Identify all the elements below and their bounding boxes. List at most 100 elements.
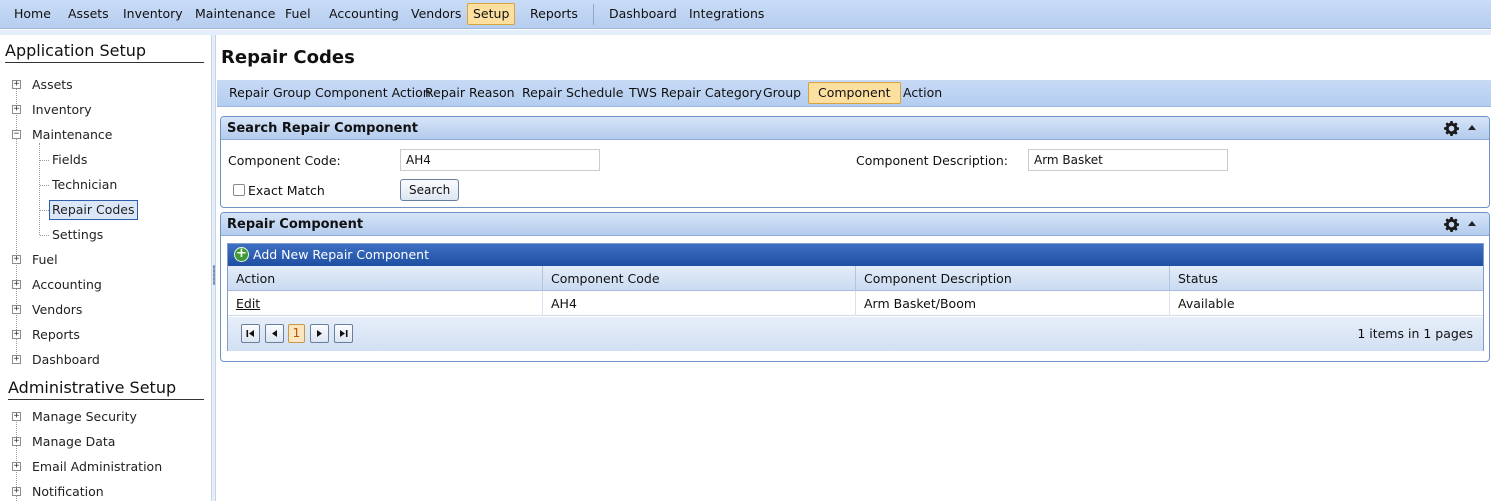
- sidebar-item-email-administration[interactable]: Email Administration: [32, 458, 162, 478]
- sidebar-item-accounting[interactable]: Accounting: [32, 276, 102, 296]
- sidebar-item-fuel[interactable]: Fuel: [32, 251, 58, 271]
- tree-connector: [16, 85, 17, 360]
- tree-connector: [40, 235, 49, 236]
- next-page-button[interactable]: [310, 324, 329, 343]
- expand-icon[interactable]: +: [12, 412, 21, 421]
- component-code-cell: AH4: [543, 291, 856, 316]
- previous-page-icon: [272, 330, 277, 337]
- sidebar-splitter[interactable]: [211, 35, 216, 501]
- sidebar-item-reports[interactable]: Reports: [32, 326, 80, 346]
- gear-icon[interactable]: [1444, 121, 1459, 136]
- repair-codes-tabs: Repair Group Component Action Repair Rea…: [217, 80, 1491, 107]
- sidebar-item-dashboard[interactable]: Dashboard: [32, 351, 100, 371]
- gear-icon[interactable]: [1444, 217, 1459, 232]
- sidebar-item-assets[interactable]: Assets: [32, 76, 73, 96]
- sidebar-item-repair-codes[interactable]: Repair Codes: [49, 200, 138, 220]
- expand-icon[interactable]: +: [12, 355, 21, 364]
- expand-icon[interactable]: +: [12, 105, 21, 114]
- menu-assets[interactable]: Assets: [62, 3, 115, 25]
- edit-link[interactable]: Edit: [236, 296, 260, 311]
- menu-dashboard[interactable]: Dashboard: [603, 3, 683, 25]
- component-description-input[interactable]: [1028, 149, 1228, 171]
- tree-connector: [40, 210, 49, 211]
- menu-accounting[interactable]: Accounting: [323, 3, 405, 25]
- tab-component[interactable]: Component: [808, 82, 901, 104]
- page-title: Repair Codes: [221, 47, 355, 68]
- collapse-icon[interactable]: −: [12, 130, 21, 139]
- tab-tws-repair-category[interactable]: TWS Repair Category: [619, 82, 772, 104]
- component-code-label: Component Code:: [228, 153, 341, 168]
- status-cell: Available: [1178, 296, 1235, 311]
- sidebar-item-notification[interactable]: Notification: [32, 483, 104, 503]
- menu-inventory[interactable]: Inventory: [117, 3, 189, 25]
- menu-maintenance[interactable]: Maintenance: [189, 3, 282, 25]
- expand-icon[interactable]: +: [12, 80, 21, 89]
- tab-repair-group-component-action[interactable]: Repair Group Component Action: [219, 82, 441, 104]
- sidebar-item-vendors[interactable]: Vendors: [32, 301, 82, 321]
- sidebar-item-manage-security[interactable]: Manage Security: [32, 408, 137, 428]
- first-page-button[interactable]: [241, 324, 260, 343]
- table-row: Edit AH4 Arm Basket/Boom Available: [228, 291, 1483, 316]
- tree-connector: [39, 143, 40, 235]
- search-button[interactable]: Search: [400, 179, 460, 201]
- add-new-repair-component-button[interactable]: Add New Repair Component: [253, 244, 429, 266]
- column-header-component-code[interactable]: Component Code: [543, 266, 856, 291]
- search-panel: Search Repair Component Component Code: …: [220, 116, 1490, 208]
- component-code-input[interactable]: [400, 149, 600, 171]
- tree-connector: [40, 185, 49, 186]
- sidebar-item-inventory[interactable]: Inventory: [32, 101, 92, 121]
- exact-match-label: Exact Match: [248, 183, 325, 198]
- expand-icon[interactable]: +: [12, 487, 21, 496]
- column-header-component-description[interactable]: Component Description: [856, 266, 1170, 291]
- next-page-icon: [317, 330, 322, 337]
- sidebar-item-maintenance[interactable]: Maintenance: [32, 126, 113, 146]
- repair-component-panel-title: Repair Component: [227, 217, 364, 232]
- exact-match-checkbox[interactable]: [233, 184, 245, 196]
- section-divider: [8, 399, 204, 400]
- column-header-action[interactable]: Action: [228, 266, 543, 291]
- grid-pager: 1 1 items in 1 pages: [228, 317, 1483, 351]
- pager-info: 1 items in 1 pages: [1357, 326, 1473, 341]
- expand-icon[interactable]: +: [12, 255, 21, 264]
- application-setup-title: Application Setup: [5, 41, 147, 60]
- menu-setup[interactable]: Setup: [467, 3, 516, 25]
- last-page-button[interactable]: [334, 324, 353, 343]
- current-page-number[interactable]: 1: [288, 324, 305, 343]
- repair-component-panel-header: Repair Component: [221, 213, 1489, 236]
- column-header-status[interactable]: Status: [1170, 266, 1483, 291]
- menu-reports[interactable]: Reports: [524, 3, 584, 25]
- main-menu-bar: Home Assets Inventory Maintenance Fuel A…: [0, 0, 1491, 29]
- section-divider: [5, 62, 204, 63]
- menu-underbar: [0, 30, 1491, 35]
- tree-connector: [40, 160, 49, 161]
- sidebar-item-settings[interactable]: Settings: [52, 226, 103, 246]
- action-cell: Edit: [228, 291, 543, 316]
- expand-icon[interactable]: +: [12, 437, 21, 446]
- menu-vendors[interactable]: Vendors: [405, 3, 467, 25]
- tab-action[interactable]: Action: [893, 82, 952, 104]
- tab-repair-schedule[interactable]: Repair Schedule: [512, 82, 633, 104]
- menu-home[interactable]: Home: [8, 3, 57, 25]
- expand-icon[interactable]: +: [12, 462, 21, 471]
- last-page-icon: [340, 330, 348, 337]
- expand-icon[interactable]: +: [12, 305, 21, 314]
- menu-integrations[interactable]: Integrations: [683, 3, 770, 25]
- search-panel-title: Search Repair Component: [227, 121, 418, 136]
- sidebar-item-manage-data[interactable]: Manage Data: [32, 433, 115, 453]
- first-page-icon: [246, 330, 254, 337]
- tab-group[interactable]: Group: [753, 82, 811, 104]
- chevron-up-icon[interactable]: [1468, 125, 1476, 130]
- repair-component-panel: Repair Component + Add New Repair Compon…: [220, 212, 1490, 362]
- expand-icon[interactable]: +: [12, 280, 21, 289]
- chevron-up-icon[interactable]: [1468, 221, 1476, 226]
- sidebar-item-technician[interactable]: Technician: [52, 176, 117, 196]
- tab-repair-reason[interactable]: Repair Reason: [415, 82, 525, 104]
- splitter-grip-icon[interactable]: [213, 265, 215, 285]
- sidebar-item-fields[interactable]: Fields: [52, 151, 87, 171]
- expand-icon[interactable]: +: [12, 330, 21, 339]
- repair-component-grid: + Add New Repair Component Action Compon…: [227, 243, 1484, 351]
- menu-fuel[interactable]: Fuel: [279, 3, 317, 25]
- grid-toolbar: + Add New Repair Component: [228, 244, 1483, 266]
- previous-page-button[interactable]: [265, 324, 284, 343]
- plus-circle-icon[interactable]: +: [234, 247, 249, 262]
